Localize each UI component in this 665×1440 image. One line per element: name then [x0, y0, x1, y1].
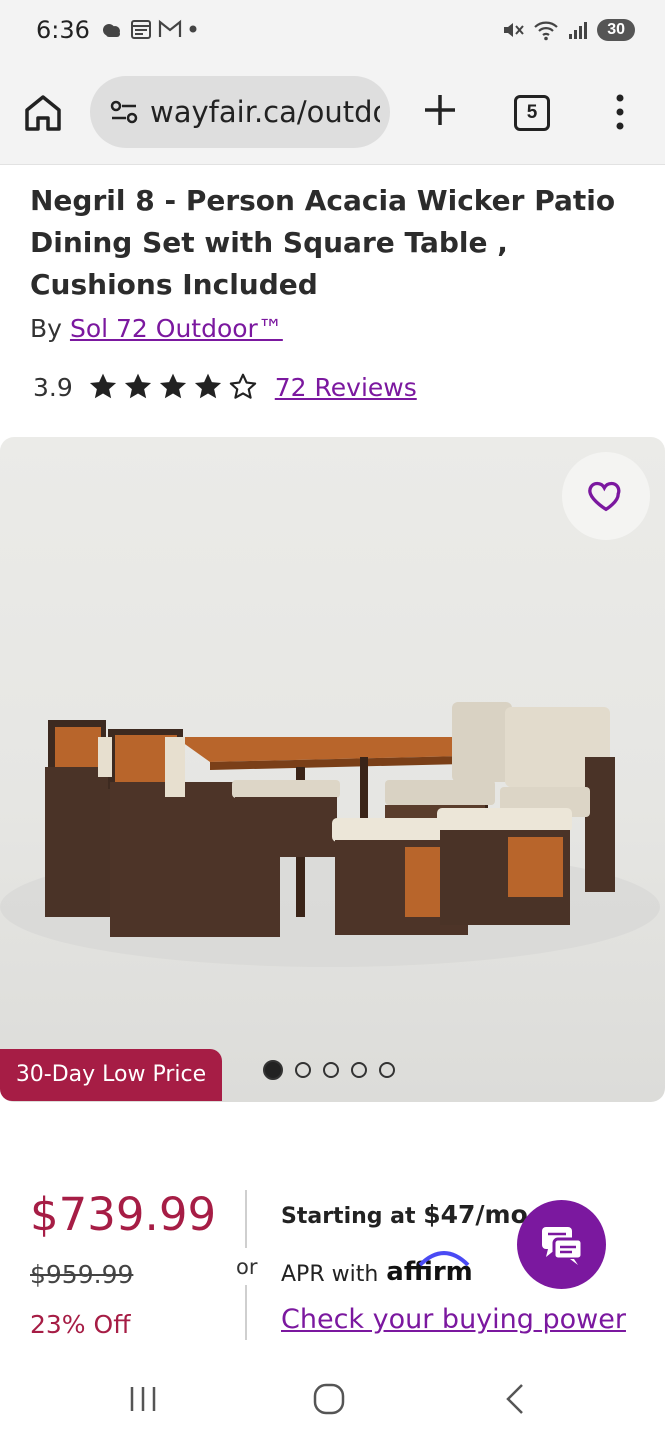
- site-settings-icon[interactable]: [108, 96, 140, 128]
- divider: [245, 1190, 247, 1248]
- pagination-dot[interactable]: [379, 1062, 395, 1078]
- patio-set-image: [0, 702, 660, 967]
- tab-switcher-button[interactable]: 5: [514, 95, 550, 131]
- more-options-icon[interactable]: [610, 92, 630, 132]
- notification-icons: [100, 18, 198, 40]
- weather-icon: [103, 24, 120, 37]
- home-icon[interactable]: [22, 92, 64, 134]
- dot-icon: [189, 25, 197, 33]
- apr-line: APR with affirm: [281, 1251, 473, 1287]
- rating-row: 3.9 72 Reviews: [33, 367, 417, 407]
- browser-toolbar: wayfair.ca/outdoor 5: [0, 62, 665, 165]
- product-title: Negril 8 - Person Acacia Wicker Patio Di…: [30, 184, 616, 301]
- pagination-dot-active[interactable]: [263, 1060, 283, 1080]
- star-filled-icon: [159, 373, 186, 399]
- recent-apps-icon[interactable]: [128, 1384, 158, 1414]
- star-filled-icon: [194, 373, 221, 399]
- buying-power-link[interactable]: Check your buying power: [281, 1304, 626, 1335]
- discount-label: 23% Off: [30, 1310, 131, 1339]
- pagination-dot[interactable]: [323, 1062, 339, 1078]
- monthly-price: $47/mo.: [423, 1200, 538, 1229]
- apr-text: APR with: [281, 1262, 379, 1287]
- divider: [245, 1285, 247, 1340]
- signal-icon: [569, 22, 588, 39]
- back-icon[interactable]: [500, 1382, 530, 1416]
- favorite-button[interactable]: [562, 452, 650, 540]
- brand-link[interactable]: Sol 72 Outdoor™: [70, 314, 283, 343]
- low-price-badge: 30-Day Low Price: [0, 1049, 222, 1101]
- status-time: 6:36: [36, 16, 90, 44]
- status-bar: 6:36 30: [0, 0, 665, 62]
- or-separator: or: [236, 1255, 258, 1279]
- affirm-arc-icon: [418, 1251, 470, 1267]
- star-filled-icon: [89, 373, 116, 399]
- battery-indicator: 30: [597, 19, 635, 41]
- sale-price: $739.99: [30, 1188, 217, 1241]
- star-empty-icon: [229, 373, 256, 399]
- financing-starting: Starting at $47/mo.: [281, 1200, 537, 1229]
- pagination-dot[interactable]: [295, 1062, 311, 1078]
- chat-button[interactable]: [517, 1200, 606, 1289]
- chat-icon: [541, 1226, 583, 1265]
- reviews-link[interactable]: 72 Reviews: [275, 373, 417, 402]
- url-text[interactable]: wayfair.ca/outdoor: [150, 95, 380, 129]
- mute-icon: [504, 23, 524, 37]
- product-image[interactable]: [0, 437, 665, 1102]
- system-icons: 30: [501, 18, 635, 42]
- affirm-logo: affirm: [386, 1251, 473, 1287]
- new-tab-icon[interactable]: [420, 90, 460, 130]
- rating-value: 3.9: [33, 372, 73, 402]
- original-price: $959.99: [30, 1260, 134, 1289]
- star-filled-icon: [124, 373, 151, 399]
- address-bar[interactable]: wayfair.ca/outdoor: [90, 76, 390, 148]
- home-nav-icon[interactable]: [312, 1382, 346, 1416]
- brand-line: By Sol 72 Outdoor™: [30, 314, 283, 343]
- wifi-icon: [534, 21, 558, 41]
- by-prefix: By: [30, 314, 62, 343]
- system-navigation-bar: [0, 1360, 665, 1440]
- calendar-icon: [131, 20, 151, 39]
- pagination-dot[interactable]: [351, 1062, 367, 1078]
- starting-prefix: Starting at: [281, 1204, 424, 1229]
- star-rating: [87, 371, 259, 403]
- heart-icon: [588, 481, 621, 512]
- image-pagination: [263, 1060, 395, 1080]
- gmail-icon: [158, 19, 182, 37]
